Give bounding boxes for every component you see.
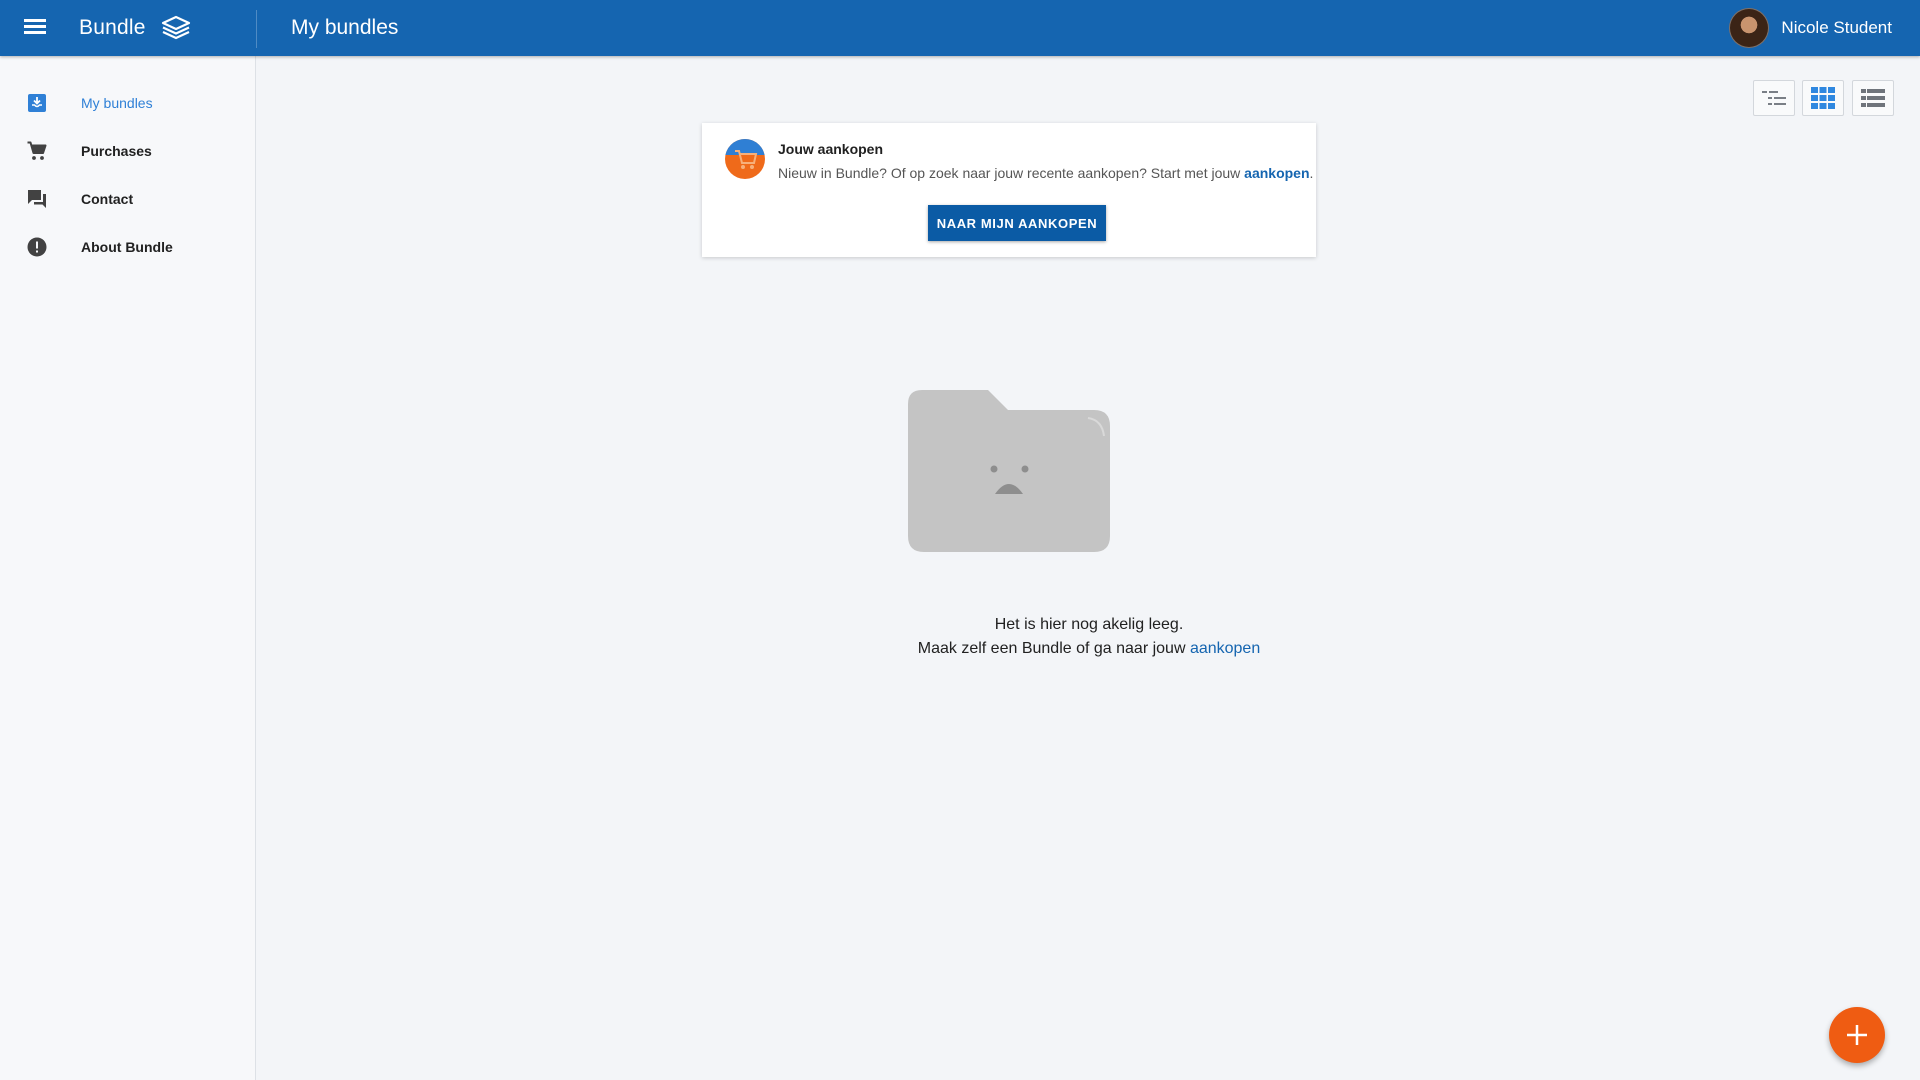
card-text-body: Nieuw in Bundle? Of op zoek naar jouw re… [778, 165, 1245, 181]
grid-view-button[interactable] [1802, 80, 1844, 116]
empty-state-hint: Maak zelf een Bundle of ga naar jouw aan… [258, 640, 1920, 658]
bundle-download-icon [28, 94, 46, 112]
sidebar-item-label: About Bundle [81, 239, 173, 255]
add-bundle-button[interactable] [1829, 1007, 1885, 1063]
brand-name: Bundle [79, 16, 146, 39]
empty-state-purchases-link[interactable]: aankopen [1190, 640, 1260, 657]
tree-list-view-button[interactable] [1753, 80, 1795, 116]
bundle-logo-icon [161, 15, 190, 40]
empty-state-message: Het is hier nog akelig leeg. [994, 616, 1184, 633]
empty-folder-icon [908, 390, 1110, 552]
list-view-icon [1861, 89, 1885, 107]
go-to-purchases-button[interactable]: NAAR MIJN AANKOPEN [928, 205, 1106, 241]
purchases-link[interactable]: aankopen [1244, 165, 1309, 181]
sidebar-item-about[interactable]: About Bundle [0, 223, 256, 271]
brand[interactable]: Bundle [79, 0, 192, 56]
plus-icon [1847, 1025, 1867, 1045]
empty-state-hint-text: Maak zelf een Bundle of ga naar jouw [917, 640, 1190, 657]
info-alert-icon [27, 237, 47, 257]
sidebar-item-label: My bundles [81, 95, 153, 111]
list-view-button[interactable] [1852, 80, 1894, 116]
card-text-end: . [1309, 165, 1314, 181]
top-app-bar: Bundle My bundles Nicole Student [0, 0, 1920, 56]
sidebar-item-label: Purchases [81, 143, 152, 159]
card-text: Nieuw in Bundle? Of op zoek naar jouw re… [778, 165, 1313, 181]
header-divider [256, 10, 257, 48]
card-title: Jouw aankopen [778, 141, 884, 157]
hamburger-menu-icon[interactable] [22, 16, 48, 40]
grid-view-icon [1811, 87, 1835, 109]
tree-list-view-icon [1762, 91, 1786, 105]
sidebar: My bundles Purchases Contact About Bundl… [0, 56, 256, 1080]
sidebar-item-label: Contact [81, 191, 134, 207]
purchases-info-card: Jouw aankopen Nieuw in Bundle? Of op zoe… [702, 123, 1316, 257]
chat-icon [28, 190, 46, 208]
user-name: Nicole Student [1781, 18, 1892, 37]
sidebar-item-contact[interactable]: Contact [0, 175, 256, 223]
sidebar-item-purchases[interactable]: Purchases [0, 127, 256, 175]
user-menu[interactable]: Nicole Student [1729, 8, 1892, 48]
avatar [1729, 8, 1770, 48]
page-title: My bundles [291, 16, 399, 39]
sidebar-item-my-bundles[interactable]: My bundles [0, 79, 256, 127]
shopping-cart-badge-icon [725, 139, 765, 179]
cart-icon [27, 141, 47, 160]
